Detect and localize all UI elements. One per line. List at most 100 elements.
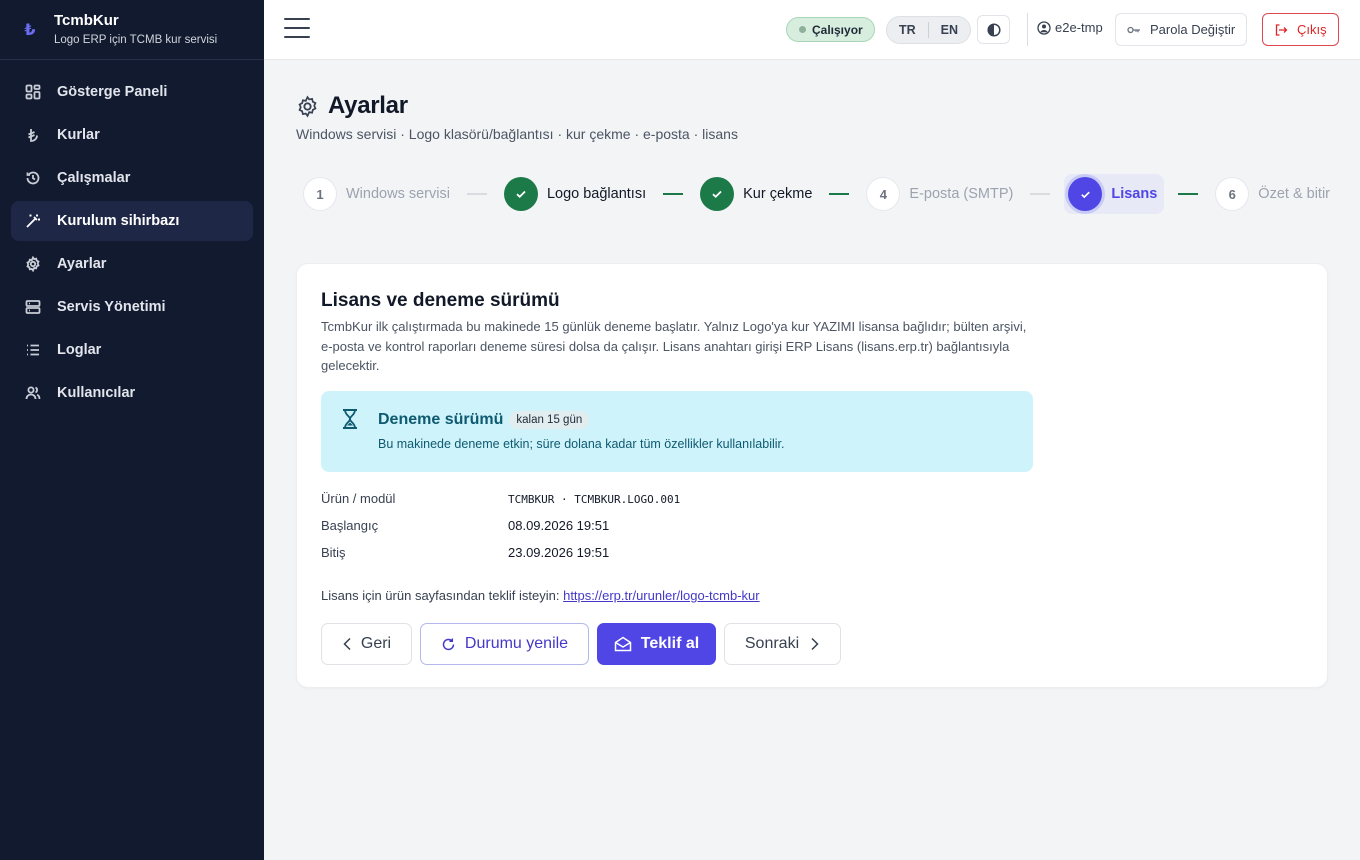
sidebar: ₺ TcmbKur Logo ERP için TCMB kur servisi… — [0, 0, 264, 860]
lira-icon — [25, 127, 41, 143]
step-summary[interactable]: 6 Özet & bitir — [1212, 174, 1333, 214]
users-icon — [25, 385, 41, 401]
sidebar-item-label: Çalışmalar — [57, 170, 131, 186]
step-connector — [663, 193, 684, 195]
back-button[interactable]: Geri — [321, 623, 412, 665]
sidebar-item-label: Gösterge Paneli — [57, 84, 168, 100]
check-icon — [1068, 177, 1103, 211]
trial-description: Bu makinede deneme etkin; süre dolana ka… — [378, 437, 785, 451]
app-name: TcmbKur — [54, 11, 119, 29]
logout-button[interactable]: Çıkış — [1262, 13, 1339, 46]
service-status-badge: Çalışıyor — [786, 17, 875, 42]
chevron-right-icon — [811, 637, 819, 651]
step-windows-service[interactable]: 1 Windows servisi — [300, 174, 453, 214]
status-dot-icon — [799, 26, 806, 33]
trial-title: Deneme sürümü kalan 15 gün — [378, 411, 590, 429]
change-password-button[interactable]: Parola Değiştir — [1115, 13, 1248, 46]
language-switcher: TR EN — [886, 16, 972, 44]
envelope-icon — [614, 636, 632, 652]
step-label: Logo bağlantısı — [546, 186, 647, 202]
logout-label: Çıkış — [1297, 22, 1327, 37]
step-label: Lisans — [1111, 186, 1158, 202]
dashboard-icon — [25, 84, 41, 100]
sidebar-item-setup-wizard[interactable]: Kurulum sihirbazı — [11, 201, 253, 241]
step-connector — [1178, 193, 1199, 195]
lira-logo-icon: ₺ — [24, 21, 36, 39]
topbar: Çalışıyor TR EN e2e-tmp Parola Değiştir … — [264, 0, 1360, 60]
quote-label: Teklif al — [640, 635, 700, 652]
product-label: Ürün / modül — [321, 491, 396, 506]
chevron-left-icon — [343, 637, 351, 651]
lang-en-button[interactable]: EN — [929, 23, 970, 37]
back-label: Geri — [360, 635, 392, 652]
card-title: Lisans ve deneme sürümü — [321, 290, 560, 311]
change-password-label: Parola Değiştir — [1150, 22, 1236, 37]
topbar-divider — [1027, 13, 1028, 46]
step-label: Özet & bitir — [1258, 186, 1331, 202]
app-subtitle: Logo ERP için TCMB kur servisi — [54, 33, 218, 46]
refresh-label: Durumu yenile — [464, 635, 569, 652]
sidebar-item-label: Kurulum sihirbazı — [57, 213, 180, 229]
trial-status-alert: Deneme sürümü kalan 15 gün Bu makinede d… — [321, 391, 1033, 472]
theme-toggle-button[interactable] — [977, 15, 1010, 44]
step-number: 6 — [1215, 177, 1250, 211]
product-page-link[interactable]: https://erp.tr/urunler/logo-tcmb-kur — [563, 588, 760, 603]
user-menu[interactable]: e2e-tmp — [1037, 20, 1103, 35]
sidebar-item-label: Ayarlar — [57, 256, 107, 272]
key-icon — [1127, 26, 1140, 33]
step-label: Kur çekme — [743, 186, 813, 202]
sidebar-item-dashboard[interactable]: Gösterge Paneli — [11, 72, 253, 112]
page-title-text: Ayarlar — [328, 92, 408, 119]
days-remaining-badge: kalan 15 gün — [509, 411, 590, 429]
start-value: 08.09.2026 19:51 — [508, 518, 610, 533]
wand-icon — [25, 213, 41, 229]
page-title: Ayarlar — [296, 92, 408, 120]
sidebar-item-settings[interactable]: Ayarlar — [11, 244, 253, 284]
refresh-status-button[interactable]: Durumu yenile — [420, 623, 589, 665]
sidebar-item-logs[interactable]: Loglar — [11, 330, 253, 370]
step-rate-fetch[interactable]: Kur çekme — [697, 174, 815, 214]
license-card: Lisans ve deneme sürümü TcmbKur ilk çalı… — [296, 263, 1328, 688]
sidebar-item-label: Servis Yönetimi — [57, 299, 166, 315]
list-icon — [25, 342, 41, 358]
license-request-line: Lisans için ürün sayfasından teklif iste… — [321, 588, 760, 603]
page-subtitle: Windows servisi · Logo klasörü/bağlantıs… — [296, 126, 738, 142]
brand[interactable]: ₺ TcmbKur Logo ERP için TCMB kur servisi — [0, 0, 264, 60]
step-connector — [1030, 193, 1051, 195]
sidebar-item-service-management[interactable]: Servis Yönetimi — [11, 287, 253, 327]
history-icon — [25, 170, 41, 186]
step-label: E-posta (SMTP) — [909, 186, 1014, 202]
sidebar-item-rates[interactable]: Kurlar — [11, 115, 253, 155]
step-number: 1 — [303, 177, 337, 211]
step-label: Windows servisi — [346, 186, 450, 202]
status-text: Çalışıyor — [812, 22, 863, 37]
step-license[interactable]: Lisans — [1064, 174, 1165, 214]
sidebar-item-runs[interactable]: Çalışmalar — [11, 158, 253, 198]
gear-icon — [25, 256, 41, 272]
trial-title-text: Deneme sürümü — [378, 411, 504, 428]
step-connector — [466, 193, 487, 195]
check-icon — [700, 177, 735, 211]
license-prompt: Lisans için ürün sayfasından teklif iste… — [321, 588, 560, 603]
step-number: 4 — [866, 177, 901, 211]
refresh-icon — [442, 638, 455, 650]
wizard-stepper: 1 Windows servisi Logo bağlantısı Kur çe… — [300, 174, 1333, 214]
menu-toggle-icon[interactable] — [284, 18, 310, 40]
logout-icon — [1275, 23, 1288, 36]
end-value: 23.09.2026 19:51 — [508, 545, 610, 560]
start-label: Başlangıç — [321, 518, 379, 533]
next-button[interactable]: Sonraki — [724, 623, 841, 665]
end-label: Bitiş — [321, 545, 346, 560]
username: e2e-tmp — [1055, 20, 1103, 35]
hourglass-icon — [343, 409, 357, 429]
request-quote-button[interactable]: Teklif al — [597, 623, 716, 665]
check-icon — [503, 177, 538, 211]
step-logo-connection[interactable]: Logo bağlantısı — [501, 174, 649, 214]
next-label: Sonraki — [744, 635, 800, 652]
sidebar-item-users[interactable]: Kullanıcılar — [11, 373, 253, 413]
sidebar-nav: Gösterge Paneli Kurlar Çalışmalar Kurulu… — [0, 60, 264, 413]
step-email-smtp[interactable]: 4 E-posta (SMTP) — [863, 174, 1016, 214]
product-value: TCMBKUR · TCMBKUR.LOGO.001 — [508, 493, 681, 506]
sidebar-item-label: Kullanıcılar — [57, 385, 136, 401]
lang-tr-button[interactable]: TR — [887, 23, 928, 37]
